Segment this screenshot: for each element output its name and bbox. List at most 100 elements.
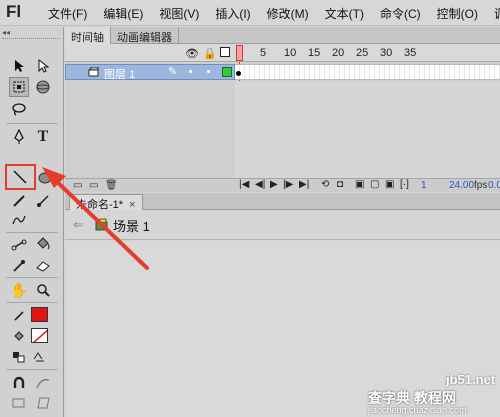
layer-name[interactable]: 图层 1 [104, 66, 135, 82]
ruler-label: 10 [284, 47, 297, 59]
center-frame-icon[interactable]: ◘ [337, 179, 343, 190]
outline-icon[interactable] [220, 47, 230, 57]
subselection-tool-icon[interactable] [33, 56, 53, 76]
snap-to-objects-icon[interactable] [9, 373, 29, 393]
pen-tool-icon[interactable] [9, 127, 29, 147]
layer-list-empty [65, 81, 235, 178]
edit-multiple-icon[interactable]: ▣ [385, 179, 394, 190]
eyedropper-tool-icon[interactable] [9, 256, 29, 276]
frames-empty [235, 81, 500, 178]
tool-divider [6, 123, 58, 124]
edit-bar: ⇐ 场景 1 [65, 210, 500, 240]
frame-ruler[interactable]: 1 5 10 15 20 25 30 35 [235, 44, 500, 62]
eraser-tool-icon[interactable] [33, 256, 53, 276]
lock-dot[interactable] [207, 70, 210, 73]
fps-unit: fps [474, 180, 488, 191]
watermark-line1: jb51.net [446, 372, 496, 387]
next-frame-icon[interactable]: |▶ [283, 179, 293, 190]
onion-markers-icon[interactable]: [·] [400, 179, 409, 190]
collapse-panel-icon[interactable]: ◂◂ [2, 28, 10, 37]
menu-edit[interactable]: 编辑(E) [95, 5, 151, 22]
scene-name[interactable]: 场景 1 [113, 216, 150, 235]
tool-divider [6, 277, 58, 278]
object-drawing-icon[interactable] [33, 393, 53, 413]
visibility-dot[interactable] [189, 70, 192, 73]
layer-row[interactable]: 图层 1 ✎ [65, 64, 235, 82]
stroke-color-icon [9, 306, 29, 326]
menu-insert[interactable]: 插入(I) [207, 5, 258, 22]
ruler-label: 30 [380, 47, 393, 59]
ruler-label: 25 [356, 47, 369, 59]
deco-tool-icon[interactable] [9, 210, 29, 230]
3d-rotation-tool-icon[interactable] [33, 77, 53, 97]
brush-tool-icon[interactable] [33, 191, 53, 211]
lock-icon[interactable]: 🔒 [203, 47, 217, 60]
timeline-footer: ▭ ▭ 🗑 |◀ ◀| ▶ |▶ ▶| ⟲ ◘ ▣ ▢ ▣ [·] 1 24.0… [65, 178, 500, 192]
zoom-tool-icon[interactable] [33, 280, 53, 300]
eye-icon[interactable]: 👁 [185, 47, 199, 60]
frame-cells[interactable] [235, 64, 500, 80]
menu-list: 文件(F) 编辑(E) 视图(V) 插入(I) 修改(M) 文本(T) 命令(C… [40, 5, 500, 22]
new-folder-icon[interactable]: ▭ [89, 180, 98, 191]
last-frame-icon[interactable]: ▶| [299, 179, 309, 190]
menu-control[interactable]: 控制(O) [429, 5, 486, 22]
pencil-tool-icon[interactable] [9, 191, 29, 211]
menu-file[interactable]: 文件(F) [40, 5, 95, 22]
onion-outline-icon[interactable]: ▢ [370, 179, 379, 190]
menu-view[interactable]: 视图(V) [151, 5, 207, 22]
tool-divider [6, 369, 58, 370]
tool-divider [6, 232, 58, 233]
panel-grip[interactable] [2, 38, 60, 41]
menu-debug[interactable]: 调试(D) [486, 5, 500, 22]
tools-panel: ◂◂ T ✋ [0, 27, 64, 417]
fps-value[interactable]: 24.00 [449, 180, 474, 191]
hand-tool-icon[interactable]: ✋ [9, 280, 29, 300]
menu-text[interactable]: 文本(T) [317, 5, 372, 22]
tab-motion-editor[interactable]: 动画编辑器 [111, 27, 179, 44]
flash-app-window: Fl 文件(F) 编辑(E) 视图(V) 插入(I) 修改(M) 文本(T) 命… [0, 0, 500, 417]
delete-layer-icon[interactable]: 🗑 [105, 180, 118, 191]
text-tool-icon[interactable]: T [33, 127, 53, 147]
selection-tool-icon[interactable] [9, 56, 29, 76]
outline-color-square[interactable] [222, 67, 232, 77]
line-tool-icon[interactable] [10, 167, 30, 187]
prev-frame-icon[interactable]: ◀| [255, 179, 265, 190]
lasso-tool-icon[interactable] [9, 99, 29, 119]
timeline-tabs: 时间轴 动画编辑器 [65, 27, 500, 44]
timeline-panel: 时间轴 动画编辑器 👁 🔒 1 5 10 15 20 25 30 35 图层 1… [65, 27, 500, 192]
onion-skin-icon[interactable]: ▣ [355, 179, 364, 190]
straighten-icon[interactable] [9, 393, 29, 413]
menu-modify[interactable]: 修改(M) [259, 5, 317, 22]
document-tab[interactable]: 未命名-1* × [69, 194, 143, 211]
playhead[interactable] [236, 45, 243, 61]
edit-pencil-icon: ✎ [168, 66, 178, 78]
tab-timeline[interactable]: 时间轴 [65, 27, 111, 44]
new-layer-icon[interactable]: ▭ [73, 180, 82, 191]
menu-commands[interactable]: 命令(C) [372, 5, 429, 22]
current-frame[interactable]: 1 [421, 180, 427, 191]
time-value: 0.0 [488, 180, 500, 191]
back-arrow-icon[interactable]: ⇐ [73, 217, 84, 233]
layer-icon [88, 67, 99, 77]
ruler-label: 15 [308, 47, 321, 59]
oval-tool-icon[interactable] [36, 168, 56, 188]
stroke-color-swatch[interactable] [31, 307, 48, 322]
smooth-icon[interactable] [33, 373, 53, 393]
loop-icon[interactable]: ⟲ [321, 179, 329, 190]
ruler-label: 5 [260, 47, 267, 59]
bone-tool-icon[interactable] [9, 235, 29, 255]
fill-color-swatch[interactable] [31, 328, 48, 343]
default-colors-icon[interactable] [29, 347, 49, 367]
ruler-label: 20 [332, 47, 345, 59]
document-tab-bar: 未命名-1* × [65, 193, 500, 211]
swap-colors-icon[interactable] [9, 347, 29, 367]
paint-bucket-tool-icon[interactable] [33, 234, 53, 254]
free-transform-tool-icon[interactable] [9, 77, 29, 97]
fill-color-icon [9, 327, 29, 347]
keyframe[interactable] [236, 71, 241, 76]
watermark-line3: jiaocheng.chazidian.com [368, 405, 467, 415]
ruler-label: 35 [404, 47, 417, 59]
play-icon[interactable]: ▶ [270, 179, 278, 190]
menu-bar: Fl 文件(F) 编辑(E) 视图(V) 插入(I) 修改(M) 文本(T) 命… [0, 0, 500, 26]
first-frame-icon[interactable]: |◀ [239, 179, 249, 190]
